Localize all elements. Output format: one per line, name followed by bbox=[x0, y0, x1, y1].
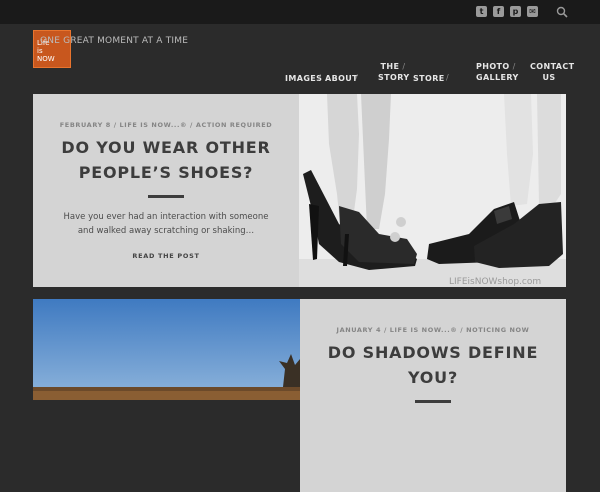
nav-item-images[interactable]: IMAGES bbox=[285, 73, 322, 84]
post-card: FEBRUARY 8 / LIFE IS NOW...® / ACTION RE… bbox=[33, 94, 566, 287]
photo-watermark: LIFEisNOWshop.com bbox=[449, 277, 541, 287]
site-tagline: ONE GREAT MOMENT AT A TIME bbox=[40, 36, 189, 46]
read-the-post-link[interactable]: READ THE POST bbox=[132, 252, 199, 260]
post-title[interactable]: DO SHADOWS DEFINE YOU? bbox=[300, 340, 566, 390]
pinterest-icon[interactable]: p bbox=[510, 6, 521, 17]
logo-text-line-2: is bbox=[37, 47, 43, 55]
twitter-icon[interactable]: t bbox=[476, 6, 487, 17]
nav-item-store[interactable]: STORE bbox=[413, 73, 445, 84]
nav-item-about[interactable]: ABOUT bbox=[325, 73, 358, 84]
landscape-photo bbox=[33, 299, 300, 400]
title-divider bbox=[148, 195, 184, 198]
nav-item-the-story[interactable]: THE / STORY bbox=[378, 61, 409, 83]
facebook-icon[interactable]: f bbox=[493, 6, 504, 17]
nav-separator: / bbox=[446, 73, 450, 82]
email-icon[interactable]: ✉ bbox=[527, 6, 538, 17]
post-card: JANUARY 4 / LIFE IS NOW...® / NOTICING N… bbox=[33, 299, 566, 492]
shoes-photo: LIFEisNOWshop.com bbox=[299, 94, 566, 287]
search-icon[interactable] bbox=[556, 6, 568, 18]
nav-item-contact-us[interactable]: CONTACT US bbox=[530, 61, 574, 83]
top-bar: t f p ✉ bbox=[0, 0, 600, 24]
social-links: t f p ✉ bbox=[476, 6, 538, 17]
post-image-shoes[interactable]: LIFEisNOWshop.com bbox=[299, 94, 566, 287]
site-header: Life is NOW ONE GREAT MOMENT AT A TIME I… bbox=[0, 24, 600, 84]
post-title[interactable]: DO YOU WEAR OTHER PEOPLE’S SHOES? bbox=[33, 135, 299, 185]
nav-separator: / bbox=[355, 73, 359, 82]
post-image-landscape[interactable] bbox=[33, 299, 300, 492]
post-text-panel: FEBRUARY 8 / LIFE IS NOW...® / ACTION RE… bbox=[33, 94, 299, 287]
post-text-panel: JANUARY 4 / LIFE IS NOW...® / NOTICING N… bbox=[300, 299, 566, 492]
post-excerpt: Have you ever had an interaction with so… bbox=[63, 212, 269, 236]
nav-separator: / bbox=[318, 73, 322, 82]
post-meta[interactable]: JANUARY 4 / LIFE IS NOW...® / NOTICING N… bbox=[300, 326, 566, 334]
title-divider bbox=[415, 400, 451, 403]
nav-item-photo-gallery[interactable]: PHOTO / GALLERY bbox=[476, 61, 518, 83]
post-meta[interactable]: FEBRUARY 8 / LIFE IS NOW...® / ACTION RE… bbox=[33, 121, 299, 129]
